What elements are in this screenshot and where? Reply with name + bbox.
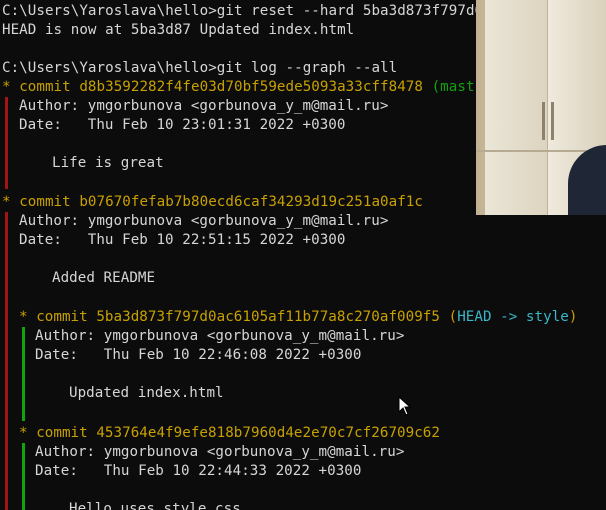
- commit-4-date: Date: Thu Feb 10 22:44:33 2022 +0300: [35, 463, 362, 479]
- commit-2-author: Author: ymgorbunova <gorbunova_y_m@mail.…: [19, 213, 389, 229]
- commit-4-message: Hello uses style.css: [69, 501, 241, 510]
- commit-1-ref: (mast: [431, 79, 475, 95]
- reset-output: HEAD is now at 5ba3d87 Updated index.htm…: [2, 22, 355, 38]
- command-line-log: C:\Users\Yaroslava\hello>git log --graph…: [2, 60, 398, 76]
- commit-1-message: Life is great: [52, 155, 164, 171]
- commit-3-ref-head: HEAD -> style: [457, 309, 569, 325]
- graph-star: *: [2, 194, 11, 210]
- cabinet-handle-left: [542, 102, 545, 140]
- mouse-cursor-icon: [398, 396, 412, 416]
- commit-3-hash: commit 5ba3d873f797d0ac6105af11b77a8c270…: [36, 309, 440, 325]
- commit-1-header: * commit d8b3592282f4fe03d70bf59ede5093a…: [2, 78, 475, 97]
- graph-star: *: [19, 425, 28, 441]
- commit-2-header: * commit b07670fefab7b80ecd6caf34293d19c…: [2, 193, 423, 212]
- graph-line-main: [5, 97, 8, 189]
- terminal-window[interactable]: C:\Users\Yaroslava\hello>git reset --har…: [0, 0, 606, 510]
- commit-4-header: * commit 453764e4f9efe818b7960d4e2e70c7c…: [19, 424, 440, 443]
- commit-4-hash: commit 453764e4f9efe818b7960d4e2e70c7cf2…: [36, 425, 440, 441]
- commit-2-hash: commit b07670fefab7b80ecd6caf34293d19c25…: [19, 194, 423, 210]
- webcam-overlay: [476, 0, 606, 215]
- commit-3-ref-close: ): [568, 309, 578, 325]
- graph-line-main-lower: [5, 212, 8, 510]
- commit-4-author: Author: ymgorbunova <gorbunova_y_m@mail.…: [35, 444, 405, 460]
- commit-2-date: Date: Thu Feb 10 22:51:15 2022 +0300: [19, 232, 346, 248]
- commit-3-header: * commit 5ba3d873f797d0ac6105af11b77a8c2…: [19, 308, 577, 327]
- graph-star: *: [19, 309, 28, 325]
- cabinet-handle-right: [551, 102, 554, 140]
- commit-3-message: Updated index.html: [69, 385, 224, 401]
- commit-3-date: Date: Thu Feb 10 22:46:08 2022 +0300: [35, 347, 362, 363]
- graph-line-branch-lower: [22, 443, 25, 510]
- graph-star: *: [2, 79, 11, 95]
- commit-1-hash: commit d8b3592282f4fe03d70bf59ede5093a33…: [19, 79, 423, 95]
- commit-2-message: Added README: [52, 270, 156, 286]
- cabinet-door-left: [484, 0, 547, 215]
- graph-line-branch: [22, 327, 25, 421]
- commit-1-date: Date: Thu Feb 10 23:01:31 2022 +0300: [19, 117, 346, 133]
- commit-1-author: Author: ymgorbunova <gorbunova_y_m@mail.…: [19, 98, 389, 114]
- command-line-reset: C:\Users\Yaroslava\hello>git reset --har…: [2, 3, 484, 19]
- commit-3-author: Author: ymgorbunova <gorbunova_y_m@mail.…: [35, 328, 405, 344]
- commit-3-ref-open: (: [448, 309, 458, 325]
